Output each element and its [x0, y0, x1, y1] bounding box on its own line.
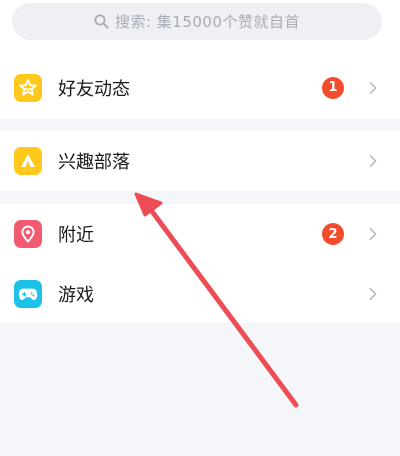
list-group-tribe: 兴趣部落: [0, 131, 400, 191]
chevron-right-icon: [369, 81, 377, 94]
search-icon: [94, 14, 109, 29]
search-bar[interactable]: 搜索: 集15000个赞就自首: [12, 3, 382, 40]
chevron-right-icon: [369, 288, 377, 300]
nearby-label: 附近: [58, 225, 94, 246]
search-area: 搜索: 集15000个赞就自首: [0, 0, 400, 56]
list-item-games[interactable]: 游戏: [0, 264, 400, 324]
location-pin-icon: [14, 220, 42, 248]
search-placeholder: 搜索: 集15000个赞就自首: [114, 13, 301, 31]
list-item-friend-feed[interactable]: 好友动态 1: [0, 56, 400, 119]
games-label: 游戏: [58, 285, 94, 306]
list-item-nearby[interactable]: 附近 2: [0, 204, 400, 264]
list-group-discover: 附近 2 游戏: [0, 204, 400, 323]
friend-feed-badge: 1: [322, 76, 344, 99]
list-item-interest-tribe[interactable]: 兴趣部落: [0, 131, 400, 191]
gamepad-icon: [14, 280, 42, 308]
nearby-badge: 2: [322, 223, 344, 245]
chevron-right-icon: [369, 155, 377, 167]
friend-feed-label: 好友动态: [58, 78, 130, 100]
tent-icon: [14, 147, 42, 175]
interest-tribe-label: 兴趣部落: [58, 152, 130, 173]
chevron-right-icon: [369, 228, 377, 240]
list-group-social: 好友动态 1: [0, 56, 400, 119]
star-icon: [14, 73, 42, 102]
